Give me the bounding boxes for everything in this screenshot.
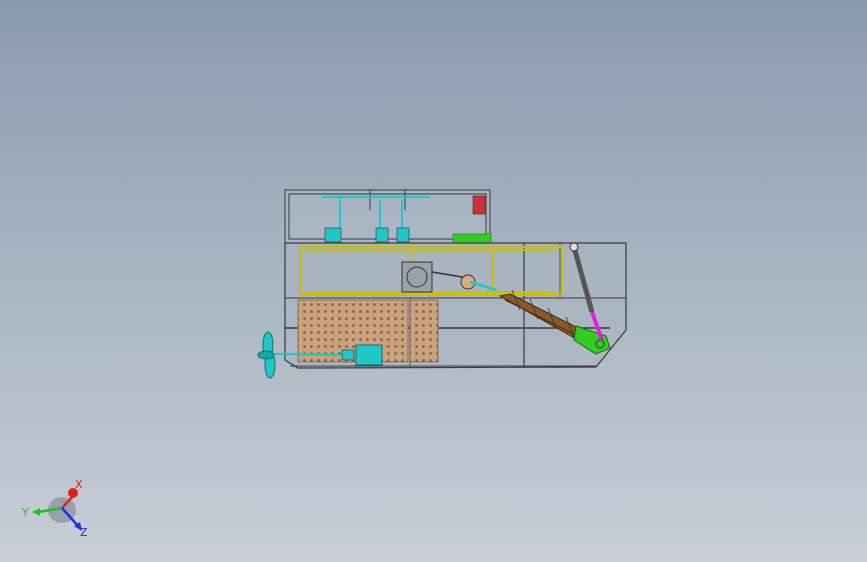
x-axis-label: X <box>75 478 83 491</box>
axis-triad: X Y Z <box>21 478 88 539</box>
z-axis-label: Z <box>80 526 88 539</box>
y-axis-label: Y <box>21 506 29 519</box>
cad-viewport[interactable]: X Y Z <box>0 0 867 562</box>
y-axis-head <box>32 508 40 516</box>
boat-assembly-model[interactable] <box>0 0 867 562</box>
